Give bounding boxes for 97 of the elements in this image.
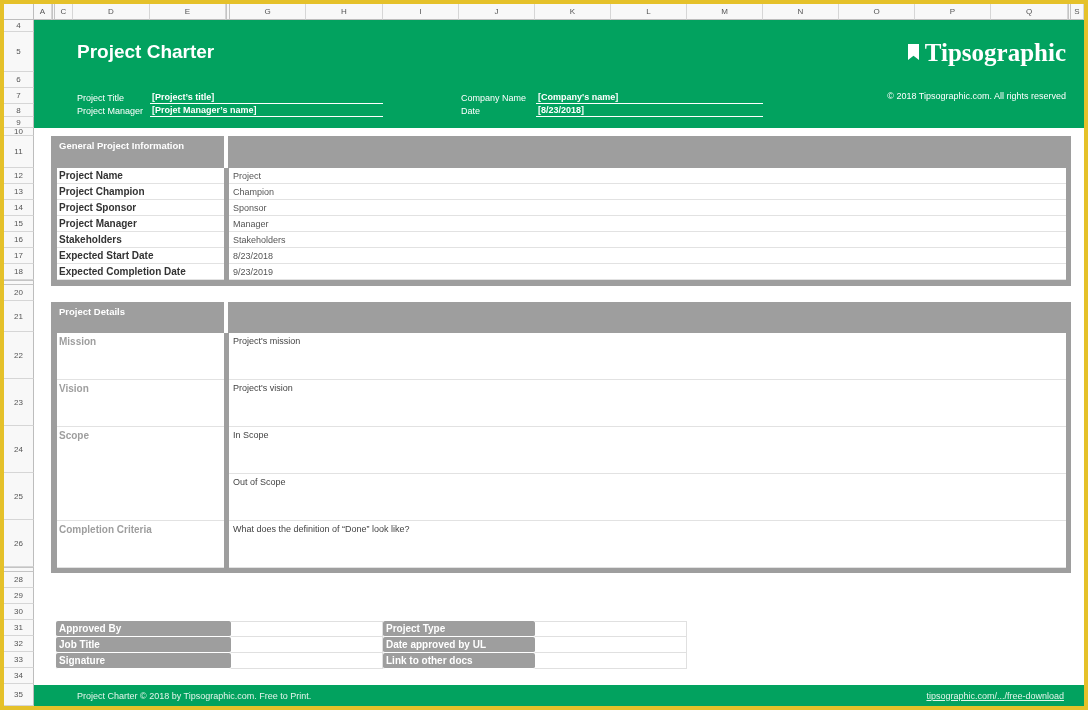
field-label: Company Name	[461, 93, 528, 104]
row-header[interactable]: 9	[4, 117, 34, 128]
row-label: Stakeholders	[57, 232, 224, 248]
column-header[interactable]: M	[687, 4, 763, 20]
table-cell: Champion	[229, 184, 1066, 200]
section-heading: Project Details	[51, 302, 224, 333]
row-header[interactable]: 16	[4, 232, 34, 248]
row-header[interactable]: 13	[4, 184, 34, 200]
bookmark-icon	[907, 44, 919, 60]
field-label: Project Title	[77, 93, 126, 104]
column-header[interactable]: A	[34, 4, 52, 20]
approval-label: Link to other docs	[383, 653, 535, 669]
row-header[interactable]: 22	[4, 332, 34, 379]
column-header[interactable]: P	[915, 4, 991, 20]
row-header[interactable]: 29	[4, 588, 34, 604]
approval-label: Date approved by UL	[383, 637, 535, 653]
section-heading: General Project Information	[51, 136, 224, 168]
approval-label: Project Type	[383, 621, 535, 637]
row-label: Project Name	[57, 168, 224, 184]
row-label: Completion Criteria	[57, 521, 224, 568]
approval-label: Job Title	[56, 637, 231, 653]
table-cell: 8/23/2018	[229, 248, 1066, 264]
table-cell: Project's mission	[229, 333, 1066, 380]
table-cell: Sponsor	[229, 200, 1066, 216]
row-label: Vision	[57, 380, 224, 427]
value-field[interactable]	[535, 621, 687, 637]
footer-text: Project Charter © 2018 by Tipsographic.com. Free to Print.	[77, 690, 312, 701]
column-header[interactable]: N	[763, 4, 839, 20]
row-header[interactable]: 35	[4, 684, 34, 706]
table-cell: Manager	[229, 216, 1066, 232]
hidden-row-marker[interactable]	[4, 280, 34, 285]
column-header[interactable]: G	[230, 4, 306, 20]
column-header[interactable]: S	[1071, 4, 1084, 20]
hidden-column-marker[interactable]	[1068, 4, 1071, 20]
column-header[interactable]: I	[383, 4, 459, 20]
row-header[interactable]: 12	[4, 168, 34, 184]
column-header[interactable]: C	[55, 4, 73, 20]
brand-name: Tipsographic	[924, 39, 1066, 65]
table-cell: Project	[229, 168, 1066, 184]
row-header[interactable]: 11	[4, 136, 34, 168]
row-header[interactable]: 5	[4, 32, 34, 72]
approval-label: Approved By	[56, 621, 231, 637]
row-header[interactable]: 32	[4, 636, 34, 652]
column-header[interactable]: Q	[991, 4, 1068, 20]
row-header[interactable]: 23	[4, 379, 34, 426]
hidden-column-marker[interactable]	[52, 4, 55, 20]
row-header[interactable]: 20	[4, 285, 34, 301]
row-header[interactable]: 26	[4, 520, 34, 567]
row-header[interactable]: 28	[4, 572, 34, 588]
field-label: Project Manager	[77, 106, 145, 117]
row-header[interactable]: 7	[4, 88, 34, 104]
row-label: Project Champion	[57, 184, 224, 200]
value-field[interactable]	[535, 637, 687, 653]
select-all-corner[interactable]	[4, 4, 34, 20]
table-cell: 9/23/2019	[229, 264, 1066, 280]
row-label: Project Manager	[57, 216, 224, 232]
row-header[interactable]: 14	[4, 200, 34, 216]
row-header[interactable]: 24	[4, 426, 34, 473]
table-cell: What does the definition of “Done” look like?	[229, 521, 1066, 568]
column-header[interactable]: J	[459, 4, 535, 20]
row-label: Project Sponsor	[57, 200, 224, 216]
row-header[interactable]: 6	[4, 72, 34, 88]
column-header[interactable]: L	[611, 4, 687, 20]
table-cell: Project's vision	[229, 380, 1066, 427]
row-header[interactable]: 15	[4, 216, 34, 232]
row-header[interactable]: 4	[4, 20, 34, 32]
row-header[interactable]: 30	[4, 604, 34, 620]
row-header[interactable]: 31	[4, 620, 34, 636]
row-header[interactable]: 34	[4, 668, 34, 684]
row-header[interactable]: 21	[4, 301, 34, 332]
value-field[interactable]	[231, 621, 383, 637]
copyright-text: © 2018 Tipsographic.com. All rights reserved	[887, 91, 1066, 101]
table-cell: Out of Scope	[229, 474, 1066, 521]
value-field[interactable]	[231, 637, 383, 653]
field-label: Date	[461, 106, 481, 117]
row-label: Expected Completion Date	[57, 264, 224, 280]
column-header[interactable]: K	[535, 4, 611, 20]
hidden-column-marker[interactable]	[226, 4, 230, 20]
value-field[interactable]	[231, 653, 383, 669]
row-label: Expected Start Date	[57, 248, 224, 264]
row-header[interactable]: 33	[4, 652, 34, 668]
row-header[interactable]: 8	[4, 104, 34, 117]
hidden-row-marker[interactable]	[4, 567, 34, 572]
row-label: Mission	[57, 333, 224, 380]
value-field[interactable]	[535, 653, 687, 669]
row-header[interactable]: 25	[4, 473, 34, 520]
row-header[interactable]: 18	[4, 264, 34, 280]
column-header[interactable]: E	[150, 4, 226, 20]
document-title: Project Charter	[77, 41, 215, 63]
table-cell: In Scope	[229, 427, 1066, 474]
table-cell: Stakeholders	[229, 232, 1066, 248]
row-header[interactable]: 17	[4, 248, 34, 264]
column-header[interactable]: H	[306, 4, 383, 20]
approval-label: Signature	[56, 653, 231, 669]
column-header[interactable]: O	[839, 4, 915, 20]
column-header[interactable]: D	[73, 4, 150, 20]
row-label: Scope	[57, 427, 224, 521]
